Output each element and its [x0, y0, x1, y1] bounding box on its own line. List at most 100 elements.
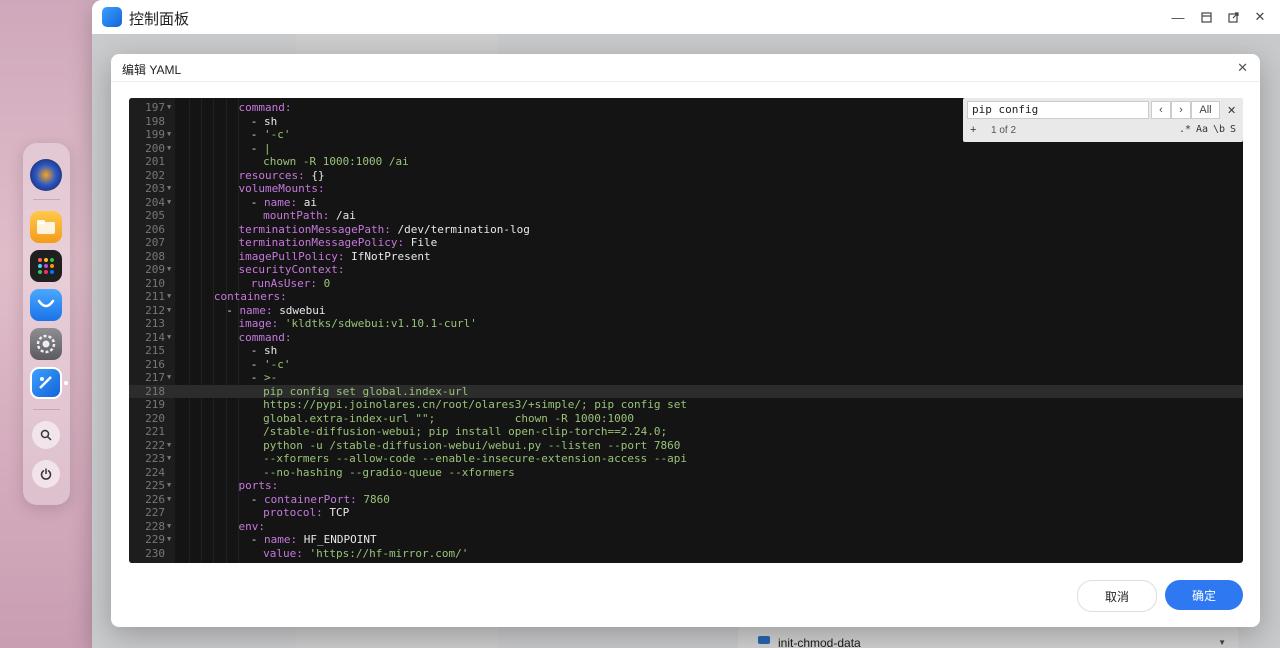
power-icon[interactable]: [32, 460, 60, 488]
code-token: :: [290, 195, 304, 209]
code-line[interactable]: 225 ▼ ports:: [129, 479, 1243, 493]
code-line[interactable]: 200 ▼ - |: [129, 142, 1243, 156]
code-line[interactable]: 207 terminationMessagePolicy: File: [129, 236, 1243, 250]
code-line[interactable]: 211 ▼ containers:: [129, 290, 1243, 304]
fold-toggle-icon[interactable]: ▼: [167, 331, 171, 345]
code-line[interactable]: 206 terminationMessagePath: /dev/terminat…: [129, 223, 1243, 237]
code-line[interactable]: 227 protocol: TCP: [129, 506, 1243, 520]
code-line[interactable]: 212 ▼ - name: sdwebui: [129, 304, 1243, 318]
settings-app-icon[interactable]: [30, 328, 62, 360]
open-external-icon[interactable]: [1225, 9, 1241, 25]
code-text: mountPath: /ai: [263, 209, 356, 223]
code-line[interactable]: 215 - sh: [129, 344, 1243, 358]
code-line[interactable]: 202 resources: {}: [129, 169, 1243, 183]
code-line[interactable]: 222 ▼ python -u /stable-diffusion-webui/we…: [129, 439, 1243, 453]
line-number: 223: [145, 452, 165, 465]
case-toggle[interactable]: Aa: [1196, 124, 1208, 135]
search-close-icon[interactable]: ✕: [1227, 104, 1236, 117]
code-line[interactable]: 214 ▼ command:: [129, 331, 1243, 345]
code-token: HF_ENDPOINT: [303, 533, 377, 546]
code-line[interactable]: 230 value: 'https://hf-mirror.com/': [129, 547, 1243, 561]
search-all-button[interactable]: All: [1191, 101, 1220, 119]
confirm-button[interactable]: 确定: [1165, 580, 1243, 610]
code-text: chown -R 1000:1000 /ai: [263, 155, 409, 169]
code-token: :: [322, 209, 336, 222]
fold-toggle-icon[interactable]: ▼: [167, 533, 171, 547]
fold-toggle-icon[interactable]: ▼: [167, 290, 171, 304]
dock-separator: [33, 199, 60, 200]
search-icon[interactable]: [32, 421, 60, 449]
avatar[interactable]: [30, 159, 62, 191]
code-text: containers:: [214, 290, 287, 304]
line-number: 224: [145, 465, 165, 479]
regex-toggle[interactable]: .*: [1179, 124, 1191, 135]
code-line[interactable]: 229 ▼ - name: HF_ENDPOINT: [129, 533, 1243, 547]
code-token: imagePullPolicy: [238, 249, 338, 263]
code-line[interactable]: 216 - '-c': [129, 358, 1243, 372]
code-line[interactable]: 208 imagePullPolicy: IfNotPresent: [129, 250, 1243, 264]
fold-toggle-icon[interactable]: ▼: [167, 196, 171, 210]
code-token: :: [271, 479, 279, 492]
fold-toggle-icon[interactable]: ▼: [167, 520, 171, 534]
code-token: :: [290, 533, 304, 546]
code-line[interactable]: 204 ▼ - name: ai: [129, 196, 1243, 210]
code-line[interactable]: 219 https://pypi.joinolares.cn/root/olare…: [129, 398, 1243, 412]
code-line[interactable]: 226 ▼ - containerPort: 7860: [129, 493, 1243, 507]
code-line[interactable]: 203 ▼ volumeMounts:: [129, 182, 1243, 196]
code-token: -: [250, 357, 265, 371]
search-next-button[interactable]: ›: [1171, 101, 1191, 119]
search-input[interactable]: pip config: [967, 101, 1149, 119]
close-icon[interactable]: ✕: [1252, 9, 1268, 25]
fold-toggle-icon[interactable]: ▼: [167, 304, 171, 318]
code-token: /dev/termination-log: [397, 222, 530, 236]
code-line[interactable]: 218 pip config set global.index-url: [129, 384, 1243, 398]
fold-toggle-icon[interactable]: ▼: [167, 142, 171, 156]
code-line[interactable]: 221/stable-diffusion-webui; pip install …: [129, 425, 1243, 439]
fold-toggle-icon[interactable]: ▼: [167, 128, 171, 142]
fold-toggle-icon[interactable]: ▼: [167, 439, 171, 453]
replace-toggle-button[interactable]: +: [970, 124, 976, 136]
fold-toggle-icon[interactable]: ▼: [167, 182, 171, 196]
code-token: :: [350, 492, 364, 506]
fold-toggle-icon[interactable]: ▼: [167, 452, 171, 466]
whole-word-toggle[interactable]: \b: [1213, 124, 1225, 135]
line-number: 214: [145, 330, 165, 344]
maximize-icon[interactable]: [1198, 9, 1214, 25]
fold-toggle-icon[interactable]: ▼: [167, 479, 171, 493]
line-number: 220: [145, 411, 165, 425]
code-line[interactable]: 223 ▼ --xformers --allow-code --enable-ins…: [129, 452, 1243, 466]
code-line[interactable]: 220 global.extra-index-url ""; chown -R 1…: [129, 412, 1243, 426]
code-line[interactable]: 224 --no-hashing --gradio-queue --xformer…: [129, 466, 1243, 480]
code-line[interactable]: 213 image: 'kldtks/sdwebui:v1.10.1-curl': [129, 317, 1243, 331]
code-token: volumeMounts: [238, 182, 318, 195]
code-line[interactable]: 205 mountPath: /ai: [129, 209, 1243, 223]
yaml-editor[interactable]: 197 ▼ command: 198- sh 199 ▼ - '-c' 200 ▼ - | 201 c…: [129, 98, 1243, 563]
control-panel-app-icon[interactable]: [30, 367, 62, 399]
code-line[interactable]: 210 runAsUser: 0: [129, 277, 1243, 291]
code-token: :: [397, 236, 411, 249]
cancel-button[interactable]: 取消: [1077, 580, 1157, 612]
code-line[interactable]: 201 chown -R 1000:1000 /ai: [129, 155, 1243, 169]
code-text: global.extra-index-url ""; chown -R 1000…: [263, 412, 634, 426]
search-prev-button[interactable]: ‹: [1151, 101, 1171, 119]
code-token: 7860: [363, 492, 390, 506]
code-text: image: 'kldtks/sdwebui:v1.10.1-curl': [239, 317, 477, 331]
code-text: - containerPort: 7860: [251, 493, 390, 507]
fold-toggle-icon[interactable]: ▼: [167, 493, 171, 507]
close-icon[interactable]: ✕: [1237, 60, 1248, 76]
market-app-icon[interactable]: [30, 289, 62, 321]
code-token: sdwebui: [279, 303, 326, 317]
in-selection-toggle[interactable]: S: [1230, 124, 1236, 135]
code-token: :: [271, 317, 285, 330]
minimize-icon[interactable]: —: [1170, 9, 1186, 25]
fold-toggle-icon[interactable]: ▼: [167, 263, 171, 277]
fold-toggle-icon[interactable]: ▼: [167, 371, 171, 385]
code-token: ports: [238, 479, 272, 492]
launchpad-app-icon[interactable]: [30, 250, 62, 282]
code-token: ai: [303, 195, 318, 209]
code-line[interactable]: 228 ▼ env:: [129, 520, 1243, 534]
files-app-icon[interactable]: [30, 211, 62, 243]
fold-toggle-icon[interactable]: ▼: [167, 101, 171, 115]
code-line[interactable]: 217 ▼ - >-: [129, 371, 1243, 385]
code-line[interactable]: 209 ▼ securityContext:: [129, 263, 1243, 277]
